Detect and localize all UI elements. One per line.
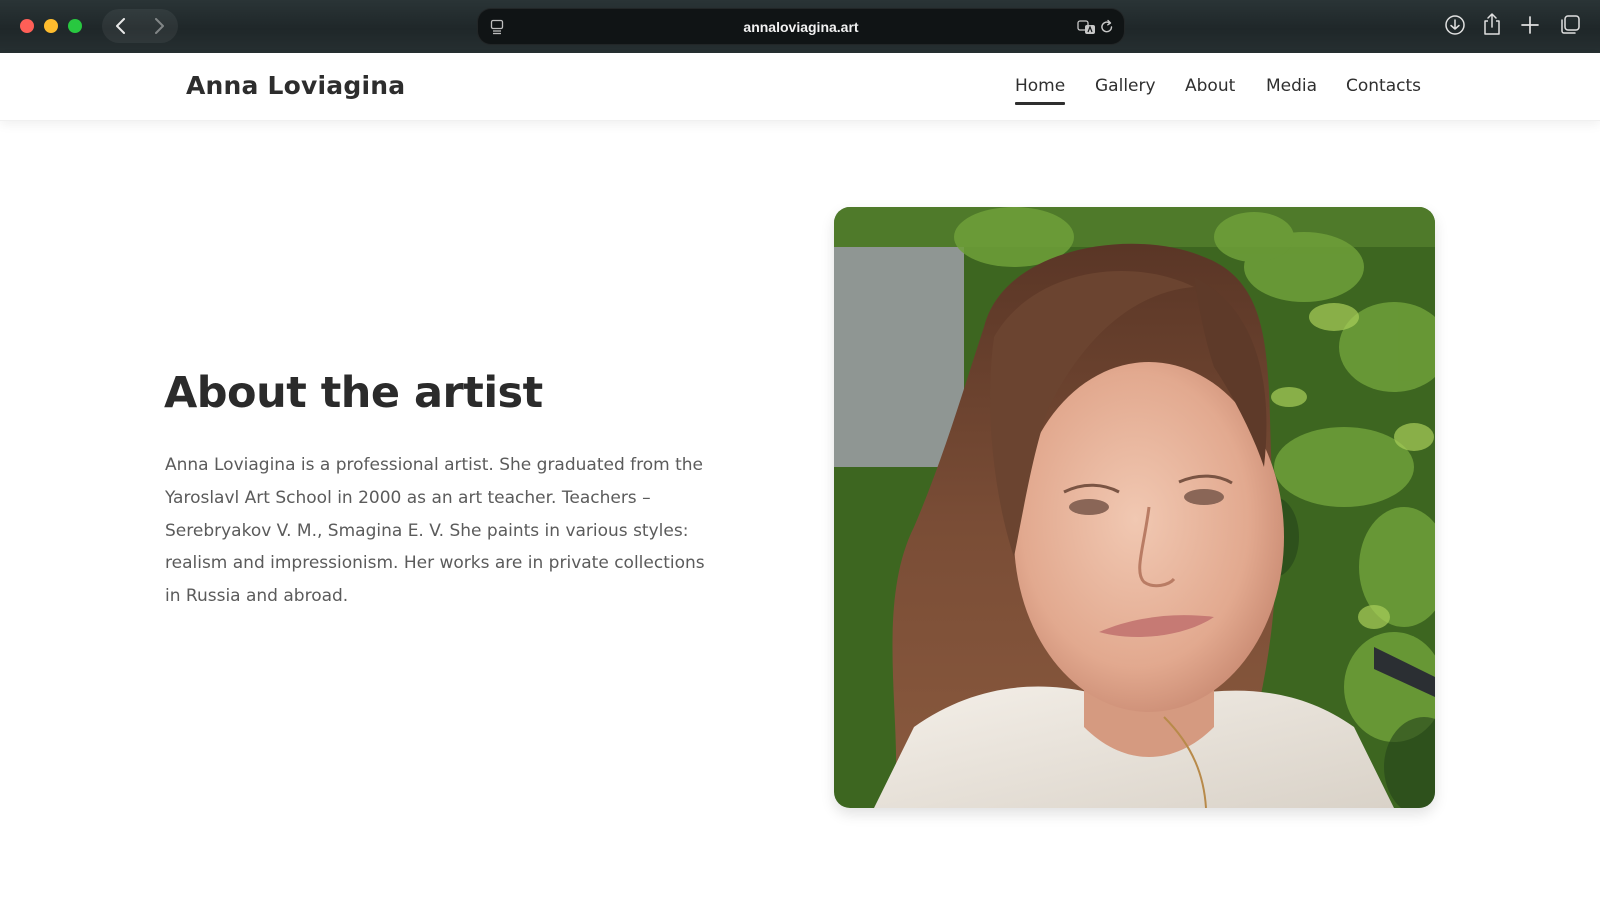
artist-bio: Anna Loviagina is a professional artist.… bbox=[165, 455, 705, 607]
nav-link-contacts[interactable]: Contacts bbox=[1346, 76, 1421, 96]
reload-icon[interactable] bbox=[1100, 19, 1114, 39]
download-icon[interactable] bbox=[1444, 14, 1466, 40]
close-window-button[interactable] bbox=[20, 19, 34, 33]
main-nav: Home Gallery About Media Contacts bbox=[0, 76, 1600, 106]
translate-icon[interactable] bbox=[1077, 19, 1097, 39]
nav-link-gallery[interactable]: Gallery bbox=[1095, 76, 1156, 96]
address-bar[interactable]: annaloviagina.art bbox=[477, 8, 1125, 45]
tabs-icon[interactable] bbox=[1559, 14, 1581, 40]
history-nav-group bbox=[102, 9, 178, 43]
portrait-image bbox=[834, 207, 1435, 808]
browser-toolbar: annaloviagina.art bbox=[0, 0, 1600, 53]
url-text[interactable]: annaloviagina.art bbox=[478, 19, 1124, 35]
nav-link-home[interactable]: Home bbox=[1015, 76, 1066, 105]
minimize-window-button[interactable] bbox=[44, 19, 58, 33]
chevron-right-icon bbox=[155, 18, 164, 34]
chevron-left-icon bbox=[116, 18, 125, 34]
plus-icon[interactable] bbox=[1521, 14, 1539, 40]
back-button[interactable] bbox=[102, 9, 140, 43]
nav-link-media[interactable]: Media bbox=[1266, 76, 1317, 96]
section-title: About the artist bbox=[164, 368, 543, 418]
share-icon[interactable] bbox=[1482, 12, 1502, 40]
site-header: Anna Loviagina Home Gallery About Media … bbox=[0, 53, 1600, 121]
artist-portrait bbox=[834, 207, 1435, 808]
maximize-window-button[interactable] bbox=[68, 19, 82, 33]
nav-link-about[interactable]: About bbox=[1185, 76, 1235, 96]
forward-button[interactable] bbox=[140, 9, 178, 43]
